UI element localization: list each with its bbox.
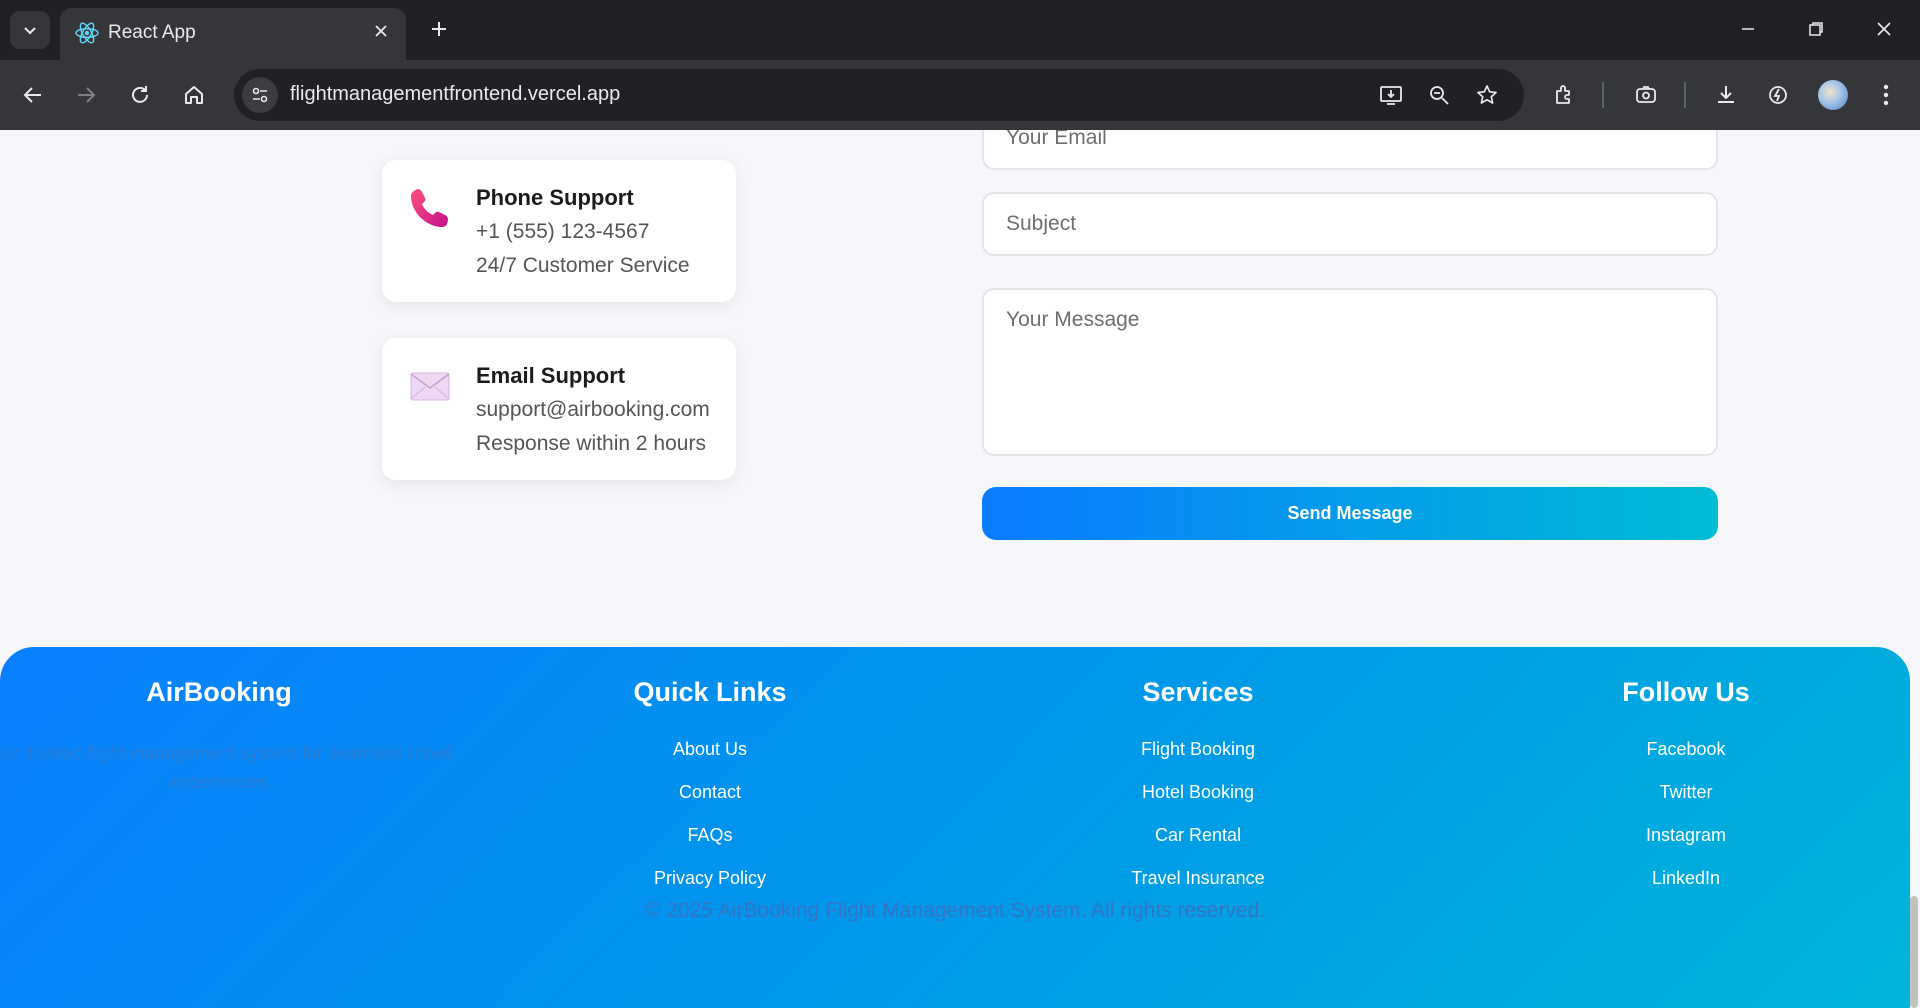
url-text: flightmanagementfrontend.vercel.app (290, 83, 621, 105)
card-title: Email Support (476, 363, 626, 388)
footer-link-linkedin[interactable]: LinkedIn (1442, 868, 1920, 889)
restore-button[interactable] (1794, 10, 1838, 48)
reload-icon (132, 86, 148, 103)
footer-link-contact[interactable]: Contact (466, 782, 954, 803)
screenshot-button[interactable] (1628, 77, 1664, 113)
browser-toolbar: flightmanagementfrontend.vercel.app (0, 60, 1920, 130)
footer-link-about-us[interactable]: About Us (466, 739, 954, 760)
footer-link-faqs[interactable]: FAQs (466, 825, 954, 846)
chrome-menu-button[interactable] (1868, 77, 1904, 113)
footer-link-instagram[interactable]: Instagram (1442, 825, 1920, 846)
card-subtitle: Response within 2 hours (476, 432, 706, 455)
star-icon (1477, 85, 1497, 104)
zoom-out-icon (1430, 86, 1449, 105)
extensions-button[interactable] (1547, 77, 1583, 113)
footer-link-flight-booking[interactable]: Flight Booking (954, 739, 1442, 760)
send-message-button[interactable]: Send Message (982, 487, 1718, 540)
new-tab-button[interactable] (424, 14, 454, 44)
forward-button[interactable] (68, 77, 104, 113)
footer-brand-title: AirBooking (146, 677, 292, 707)
zoom-button[interactable] (1422, 78, 1456, 112)
footer-link-twitter[interactable]: Twitter (1442, 782, 1920, 803)
card-title: Phone Support (476, 185, 634, 210)
close-window-button[interactable] (1862, 10, 1906, 48)
back-button[interactable] (15, 77, 51, 113)
more-vertical-icon (1883, 84, 1889, 106)
close-icon (1877, 22, 1891, 36)
card-subtitle: 24/7 Customer Service (476, 254, 690, 277)
arrow-right-icon (78, 87, 96, 103)
tab-search-button[interactable] (10, 11, 50, 49)
bookmark-button[interactable] (1470, 78, 1504, 112)
phone-number: +1 (555) 123-4567 (476, 220, 650, 243)
site-footer: AirBooking Your trusted flight managemen… (0, 647, 1910, 1008)
camera-capture-icon (1636, 86, 1656, 103)
page-viewport: Phone Support +1 (555) 123-4567 24/7 Cus… (0, 130, 1920, 1008)
footer-brand-description: Your trusted flight management system fo… (0, 743, 453, 792)
downloads-button[interactable] (1708, 77, 1744, 113)
chevron-down-icon (24, 27, 36, 35)
performance-button[interactable] (1760, 77, 1796, 113)
minimize-icon (1742, 28, 1754, 30)
footer-link-facebook[interactable]: Facebook (1442, 739, 1920, 760)
site-info-button[interactable] (242, 77, 278, 113)
install-app-button[interactable] (1374, 78, 1408, 112)
footer-link-travel-insurance[interactable]: Travel Insurance (954, 868, 1442, 889)
install-icon (1380, 86, 1402, 105)
address-bar[interactable]: flightmanagementfrontend.vercel.app (234, 69, 1524, 121)
home-icon (185, 86, 203, 104)
browser-titlebar: React App (0, 0, 1920, 60)
envelope-icon (410, 372, 450, 401)
plus-icon (432, 22, 446, 36)
profile-avatar[interactable] (1818, 80, 1848, 110)
tab-title: React App (108, 22, 196, 43)
footer-column-title: Services (1142, 677, 1254, 707)
footer-copyright: © 2025 AirBooking Flight Management Syst… (644, 899, 1266, 922)
page-scrollbar[interactable] (1910, 896, 1918, 1008)
footer-column-title: Quick Links (633, 677, 787, 707)
arrow-left-icon (23, 87, 41, 103)
download-icon (1718, 86, 1734, 103)
restore-icon (1809, 22, 1823, 36)
toolbar-separator (1602, 82, 1604, 108)
minimize-button[interactable] (1726, 10, 1770, 48)
footer-link-hotel-booking[interactable]: Hotel Booking (954, 782, 1442, 803)
home-button[interactable] (176, 77, 212, 113)
close-tab-icon[interactable] (368, 18, 394, 44)
subject-input[interactable] (982, 192, 1718, 256)
puzzle-icon (1556, 85, 1570, 104)
phone-icon (411, 189, 448, 227)
speed-icon (1769, 86, 1787, 104)
message-textarea[interactable] (982, 288, 1718, 456)
footer-link-privacy-policy[interactable]: Privacy Policy (466, 868, 954, 889)
footer-link-car-rental[interactable]: Car Rental (954, 825, 1442, 846)
react-logo-icon (75, 22, 99, 44)
toolbar-separator (1684, 82, 1686, 108)
tune-icon (252, 87, 268, 103)
reload-button[interactable] (122, 77, 158, 113)
email-field[interactable] (982, 130, 1718, 170)
footer-column-title: Follow Us (1622, 677, 1750, 707)
phone-support-card: Phone Support +1 (555) 123-4567 24/7 Cus… (382, 160, 736, 302)
email-support-card: Email Support support@airbooking.com Res… (382, 338, 736, 480)
email-address: support@airbooking.com (476, 398, 710, 421)
browser-tab-active[interactable]: React App (60, 8, 406, 60)
